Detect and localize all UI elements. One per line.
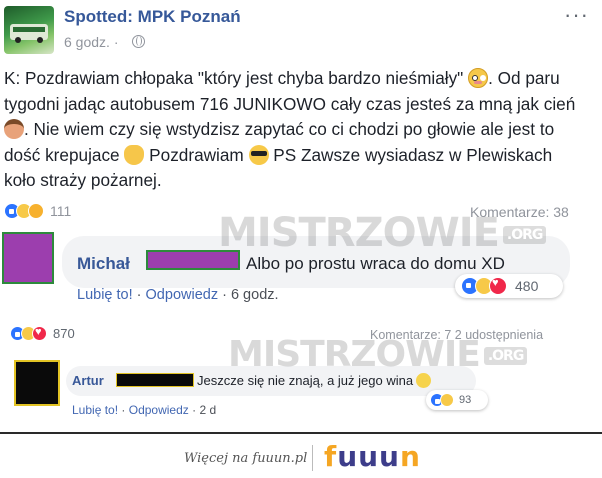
post-reactions[interactable]: 870 bbox=[10, 326, 75, 341]
brand-letters: uuu bbox=[337, 440, 400, 473]
wow-reaction-icon bbox=[28, 203, 44, 219]
reply-link[interactable]: Odpowiedz bbox=[146, 287, 219, 303]
watermark: MISTRZOWIE .ORG bbox=[228, 334, 528, 375]
page-name[interactable]: Spotted: MPK Poznań bbox=[64, 7, 241, 27]
haha-reaction-icon bbox=[440, 393, 454, 407]
comment-text: Albo po prostu wraca do domu XD bbox=[246, 254, 505, 273]
brand-logo[interactable]: fuuun bbox=[324, 440, 421, 473]
reaction-count: 111 bbox=[50, 203, 72, 219]
post-timestamp[interactable]: 6 godz. · bbox=[64, 34, 118, 50]
page-avatar[interactable] bbox=[4, 6, 54, 54]
footer-separator bbox=[312, 445, 313, 471]
more-options-icon[interactable]: ··· bbox=[564, 2, 589, 28]
comment-actions: Lubię to! · Odpowiedz · 6 godz. bbox=[77, 287, 279, 303]
post-card: Spotted: MPK Poznań 6 godz. · ··· K: Poz… bbox=[0, 0, 602, 310]
watermark: MISTRZOWIE .ORG bbox=[218, 210, 547, 256]
hand-emoji-icon bbox=[124, 144, 145, 165]
globe-icon bbox=[132, 35, 145, 48]
footer-divider bbox=[0, 432, 602, 434]
comment-text: Jeszcze się nie znają, a już jego wina bbox=[197, 373, 432, 388]
reply-link[interactable]: Odpowiedz bbox=[129, 403, 189, 417]
comment-reaction-count: 480 bbox=[515, 278, 539, 294]
comment-time: · 6 godz. bbox=[222, 287, 279, 303]
redaction-bar bbox=[116, 373, 194, 387]
love-reaction-icon bbox=[32, 326, 47, 341]
comment-actions: Lubię to! · Odpowiedz · 2 d bbox=[72, 403, 217, 417]
love-reaction-icon bbox=[489, 277, 507, 295]
post-reactions[interactable]: 111 bbox=[4, 203, 71, 219]
like-link[interactable]: Lubię to! bbox=[77, 287, 133, 303]
commenter-avatar[interactable] bbox=[2, 232, 54, 284]
reaction-count: 870 bbox=[53, 326, 75, 341]
bus-icon bbox=[10, 24, 48, 43]
comment-author[interactable]: Artur bbox=[72, 373, 104, 388]
sunglasses-face-icon bbox=[248, 144, 269, 165]
person-emoji-icon bbox=[4, 119, 24, 139]
comment-reaction-count: 93 bbox=[459, 394, 472, 406]
watermark-text: MISTRZOWIE bbox=[218, 210, 500, 256]
watermark-text: MISTRZOWIE bbox=[228, 334, 481, 375]
post-card-2: 870 Komentarze: 7 2 udostępnienia Artur … bbox=[0, 316, 602, 426]
brand-letter: n bbox=[400, 440, 421, 473]
comment-time: · 2 d bbox=[192, 403, 217, 417]
comment-reactions[interactable]: 480 bbox=[455, 274, 563, 298]
flushed-face-icon bbox=[468, 68, 489, 88]
comment-reactions[interactable]: 93 bbox=[426, 390, 488, 410]
comment-author[interactable]: Michał bbox=[77, 254, 130, 274]
face-emoji-icon bbox=[416, 373, 432, 388]
commenter-avatar[interactable] bbox=[14, 360, 60, 406]
post-text-part: K: Pozdrawiam chłopaka "który jest chyba… bbox=[4, 68, 469, 88]
footer-text[interactable]: Więcej na fuuun.pl bbox=[184, 451, 307, 466]
like-link[interactable]: Lubię to! bbox=[72, 403, 118, 417]
post-text: K: Pozdrawiam chłopaka "który jest chyba… bbox=[4, 66, 584, 194]
brand-letter: f bbox=[324, 440, 338, 473]
post-text-part: Pozdrawiam bbox=[144, 144, 249, 165]
watermark-suffix: .ORG bbox=[483, 347, 528, 365]
watermark-suffix: .ORG bbox=[502, 226, 547, 244]
comment-text-content: Jeszcze się nie znają, a już jego wina bbox=[197, 373, 414, 388]
